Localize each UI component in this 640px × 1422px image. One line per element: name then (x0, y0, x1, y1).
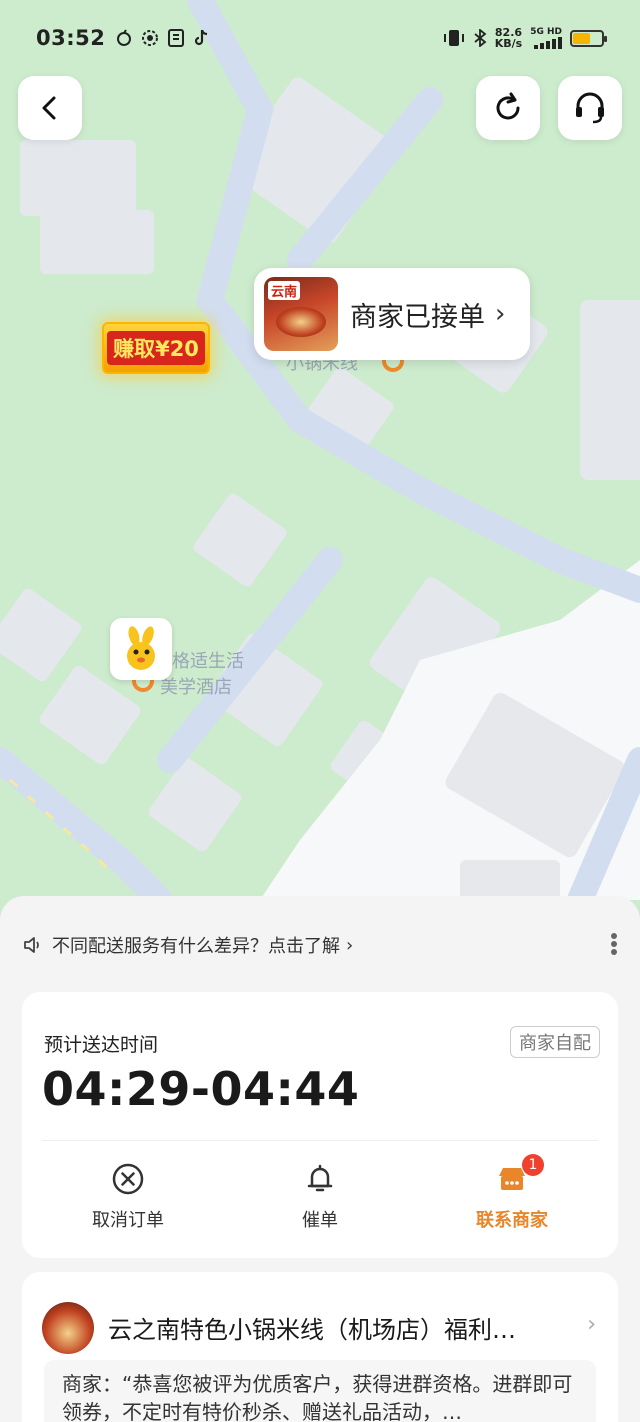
tiktok-icon (195, 29, 208, 46)
chevron-right-icon: › (346, 934, 354, 956)
eta-value: 04:29-04:44 (42, 1062, 360, 1116)
kangaroo-mascot-icon (127, 626, 155, 670)
noodle-bowl-image (276, 307, 326, 337)
earn-reward-text: 赚取¥20 (107, 331, 205, 365)
note-icon (168, 29, 185, 47)
more-options-button[interactable] (610, 932, 618, 960)
merchant-status-text: 商家已接单 (350, 301, 485, 333)
courier-mascot-marker[interactable] (110, 618, 172, 680)
network-type: 5G HD (530, 27, 562, 37)
cancel-order-label: 取消订单 (92, 1210, 164, 1231)
shop-avatar (42, 1302, 94, 1354)
netease-icon (117, 29, 132, 46)
network-speed-unit: KB/s (494, 37, 523, 50)
headset-icon (576, 92, 604, 124)
signal-bars-icon (534, 37, 562, 49)
signal-indicator: 5G HD (530, 27, 562, 49)
settings-gear-icon (142, 30, 159, 46)
map-label-hotel-line2: 美学酒店 (160, 677, 232, 698)
speaker-icon (24, 937, 39, 953)
map-canvas (0, 0, 640, 900)
shop-name: 云之南特色小锅米线（机场店）福利… (108, 1316, 516, 1344)
urge-order-button[interactable]: 催单 (260, 1162, 380, 1232)
vibrate-icon (443, 30, 464, 46)
status-bar: 03:52 82.6 KB/s 5G HD (0, 0, 640, 76)
refresh-button[interactable] (476, 76, 540, 140)
battery-icon (570, 29, 607, 47)
chevron-right-icon: › (495, 299, 506, 329)
delivery-service-tip[interactable]: 不同配送服务有什么差异？点击了解 › (22, 932, 353, 958)
status-time: 03:52 (36, 26, 106, 50)
cancel-x-circle-icon (112, 1163, 144, 1195)
chevron-right-icon: › (587, 1312, 596, 1337)
status-right: 82.6 KB/s 5G HD (443, 27, 607, 49)
contact-merchant-label: 联系商家 (476, 1210, 548, 1231)
shop-message: 商家：“恭喜您被评为优质客户，获得进群资格。进群即可领券，不定时有特价秒杀、赠送… (44, 1360, 596, 1422)
earn-reward-badge[interactable]: 赚取¥20 (102, 322, 210, 374)
shop-card[interactable]: 云之南特色小锅米线（机场店）福利… › 商家：“恭喜您被评为优质客户，获得进群资… (22, 1272, 618, 1422)
merchant-delivery-tag: 商家自配 (510, 1026, 600, 1058)
delivery-service-tip-text: 不同配送服务有什么差异？点击了解 (52, 936, 340, 957)
battery-fill (573, 32, 590, 44)
customer-service-button[interactable] (558, 76, 622, 140)
back-button[interactable] (18, 76, 82, 140)
bluetooth-icon (474, 29, 487, 47)
network-speed: 82.6 KB/s (495, 27, 522, 49)
contact-merchant-button[interactable]: 1 联系商家 (452, 1154, 572, 1232)
eta-label: 预计送达时间 (44, 1034, 159, 1056)
status-notification-icons (115, 29, 211, 47)
chevron-left-icon (42, 96, 56, 120)
refresh-icon (496, 92, 520, 120)
urge-order-label: 催单 (302, 1210, 338, 1231)
merchant-status-bubble[interactable]: 云南 商家已接单 › (254, 268, 530, 360)
cancel-order-button[interactable]: 取消订单 (68, 1162, 188, 1232)
vertical-dots-icon (611, 933, 617, 955)
unread-badge: 1 (522, 1154, 544, 1176)
bell-icon (307, 1164, 333, 1192)
map-label-hotel-line1: 格适生活 (172, 651, 244, 672)
merchant-thumbnail-title: 云南 (268, 281, 301, 300)
divider (42, 1140, 598, 1141)
merchant-thumbnail: 云南 (264, 277, 338, 351)
delivery-eta-card: 预计送达时间 04:29-04:44 商家自配 取消订单 催单 1 联系商家 (22, 992, 618, 1258)
